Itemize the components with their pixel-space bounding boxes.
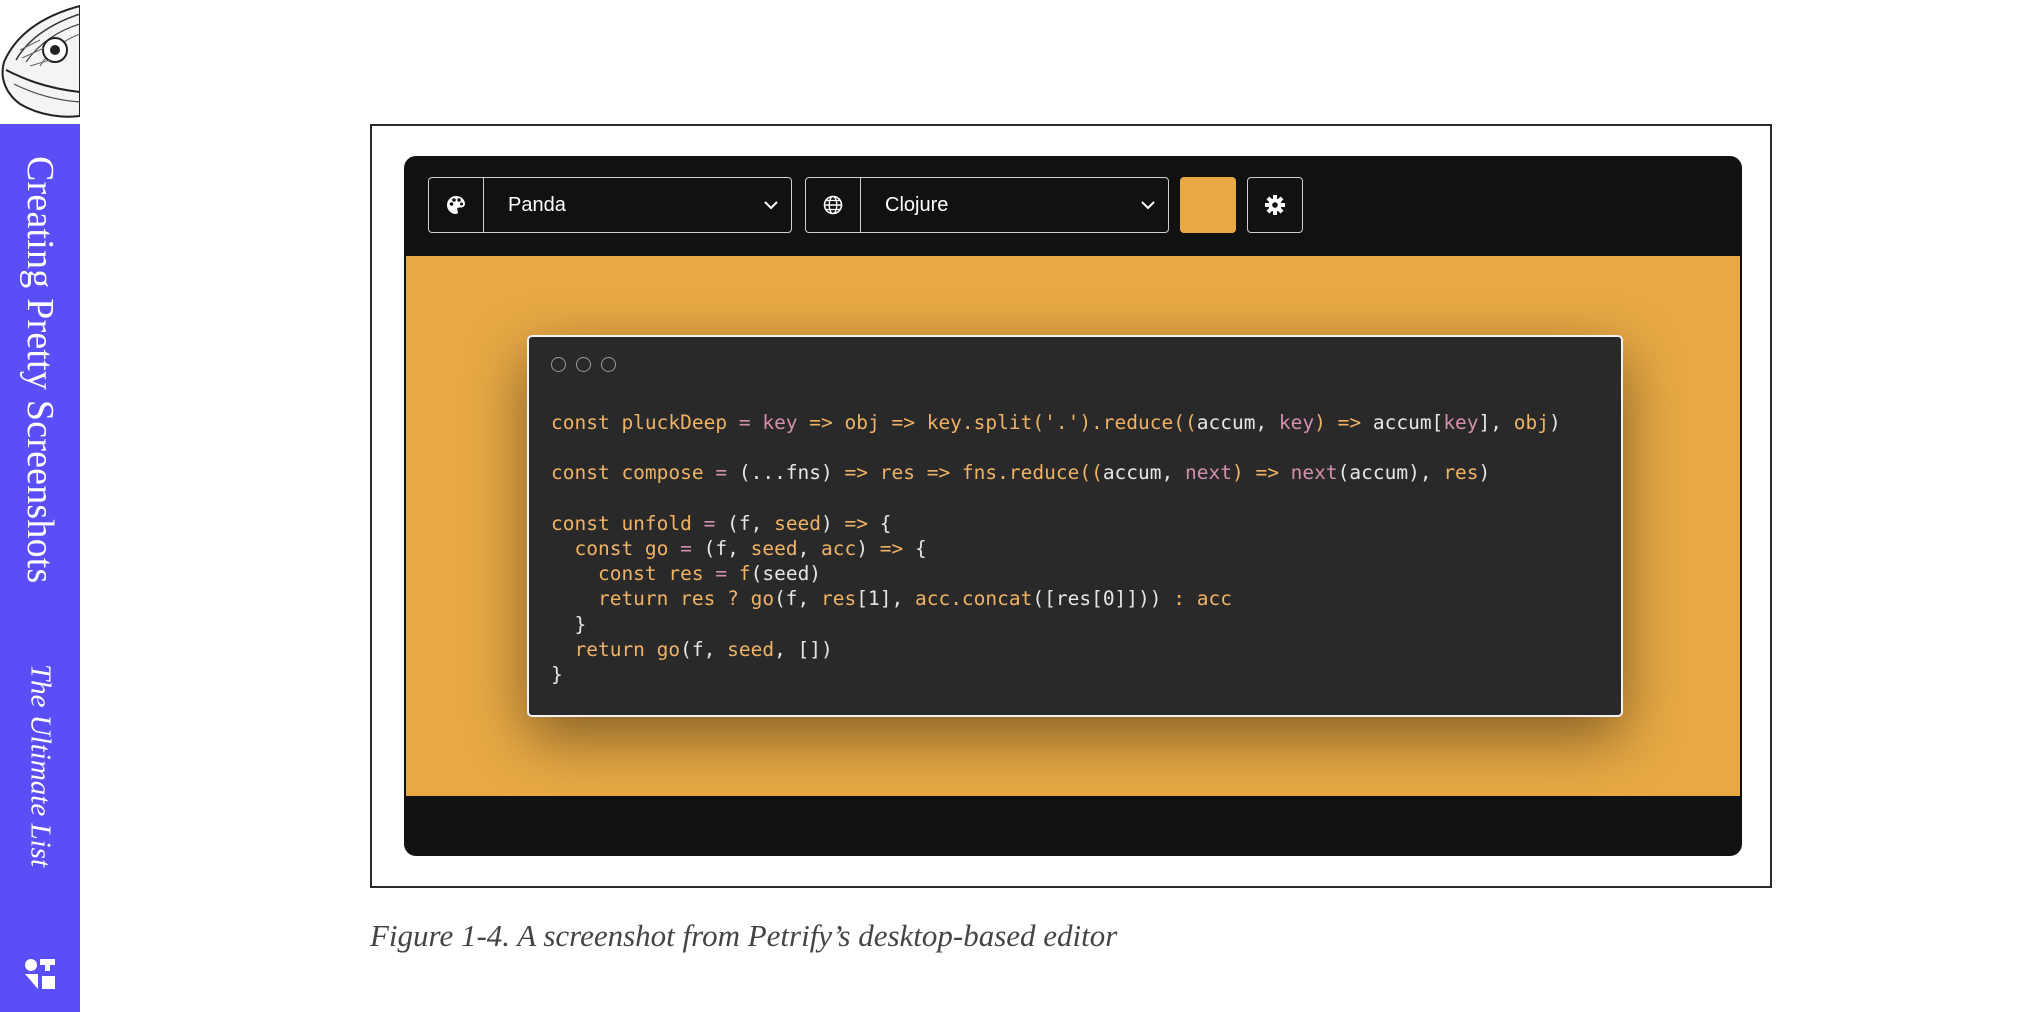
code-line: return go(f, seed, []) xyxy=(551,637,1561,662)
code-token: => xyxy=(879,537,915,561)
code-token: } xyxy=(551,663,563,687)
language-select-value: Clojure xyxy=(885,193,949,216)
code-token: => obj => key.split('.').reduce(( xyxy=(797,411,1197,434)
code-token: const unfold xyxy=(551,511,704,535)
code-token: key xyxy=(1278,411,1315,434)
code-token: = xyxy=(703,511,728,535)
code-token: ) xyxy=(821,511,845,535)
window-controls xyxy=(551,357,616,372)
code-token: { xyxy=(915,537,927,561)
palette-icon xyxy=(429,178,484,232)
code-token: (accum), xyxy=(1337,461,1444,485)
code-token: return res ? go xyxy=(551,587,775,611)
code-token: acc.concat xyxy=(914,587,1033,611)
code-token: acc xyxy=(821,537,857,561)
code-window: const pluckDeep = key => obj => key.spli… xyxy=(527,335,1623,717)
code-token: ) xyxy=(1549,411,1561,434)
code-token: seed xyxy=(750,537,798,561)
code-token: => res => fns.reduce(( xyxy=(844,461,1103,485)
code-token: seed xyxy=(727,637,775,661)
code-line: const res = f(seed) xyxy=(551,561,1561,586)
code-token: (f, xyxy=(680,637,728,661)
window-dot xyxy=(601,357,616,372)
code-token: const res xyxy=(551,562,716,586)
settings-button[interactable] xyxy=(1247,177,1303,233)
code-token: key xyxy=(762,411,798,434)
code-token: : acc xyxy=(1173,587,1232,611)
code-token: (f, xyxy=(703,537,751,561)
code-token: ([res[0]])) xyxy=(1032,587,1174,611)
background-color-swatch[interactable] xyxy=(1180,177,1236,233)
code-line: return res ? go(f, res[1], acc.concat([r… xyxy=(551,586,1561,611)
code-line: const go = (f, seed, acc) => { xyxy=(551,536,1561,561)
screenshot-canvas: const pluckDeep = key => obj => key.spli… xyxy=(406,256,1740,796)
code-token: const pluckDeep xyxy=(551,411,739,434)
book-subtitle: The Ultimate List xyxy=(24,664,57,868)
chevron-down-icon xyxy=(1128,200,1168,210)
gear-icon xyxy=(1265,195,1285,215)
window-dot xyxy=(551,357,566,372)
code-token: ) => xyxy=(1231,461,1291,485)
code-line: const unfold = (f, seed) => { xyxy=(551,511,1561,536)
code-token: ) xyxy=(856,537,880,561)
book-spine: Creating Pretty Screenshots The Ultimate… xyxy=(0,124,80,1012)
code-token: (f, xyxy=(774,587,822,611)
theme-select-value: Panda xyxy=(508,193,566,216)
theme-select[interactable]: Panda xyxy=(428,177,792,233)
editor-toolbar: Panda Clojure xyxy=(404,156,1742,256)
code-line: const compose = (...fns) => res => fns.r… xyxy=(551,460,1561,485)
publisher-logo-icon xyxy=(25,959,55,989)
code-token: ) => xyxy=(1314,411,1373,434)
code-token: = xyxy=(715,461,739,485)
code-token: accum[ xyxy=(1372,411,1444,434)
code-token: const compose xyxy=(551,461,716,485)
code-token: res xyxy=(821,587,857,611)
code-token: obj xyxy=(1513,411,1550,434)
figure-frame: Panda Clojure const pluckDeep = key => o… xyxy=(370,124,1772,888)
globe-icon xyxy=(806,178,861,232)
code-token: res xyxy=(1443,461,1479,485)
code-token: [1], xyxy=(856,587,915,611)
code-token: key xyxy=(1443,411,1479,434)
code-token: accum, xyxy=(1196,411,1279,434)
code-line: } xyxy=(551,662,1561,687)
chapter-title: Creating Pretty Screenshots xyxy=(19,156,61,584)
code-token: return go xyxy=(551,637,681,661)
code-token: ], xyxy=(1478,411,1514,434)
code-token: next xyxy=(1185,461,1232,485)
code-token: f xyxy=(738,562,751,586)
code-token: => xyxy=(844,511,880,535)
code-token: (seed) xyxy=(750,562,822,586)
code-token: } xyxy=(551,612,587,636)
chevron-down-icon xyxy=(751,200,791,210)
code-token: (f, xyxy=(727,511,775,535)
code-token: { xyxy=(879,511,892,535)
code-line: } xyxy=(551,612,1561,637)
code-token: seed xyxy=(774,511,822,535)
code-token: next xyxy=(1290,461,1338,485)
code-token: (...fns) xyxy=(738,461,845,485)
code-token: const go xyxy=(551,537,681,561)
language-select[interactable]: Clojure xyxy=(805,177,1169,233)
code-token: = xyxy=(680,537,704,561)
code-token: = xyxy=(738,411,763,434)
code-token: ) xyxy=(1478,461,1491,485)
window-dot xyxy=(576,357,591,372)
editor-app: Panda Clojure const pluckDeep = key => o… xyxy=(404,156,1742,856)
code-token: accum, xyxy=(1102,461,1185,485)
figure-caption: Figure 1-4. A screenshot from Petrify’s … xyxy=(370,918,1118,953)
fish-illustration xyxy=(0,0,80,124)
code-token: = xyxy=(715,562,739,586)
code-block[interactable]: const pluckDeep = key => obj => key.spli… xyxy=(551,410,1561,687)
code-token: , []) xyxy=(774,637,833,661)
code-line: const pluckDeep = key => obj => key.spli… xyxy=(551,410,1561,435)
code-token: , xyxy=(797,537,822,561)
